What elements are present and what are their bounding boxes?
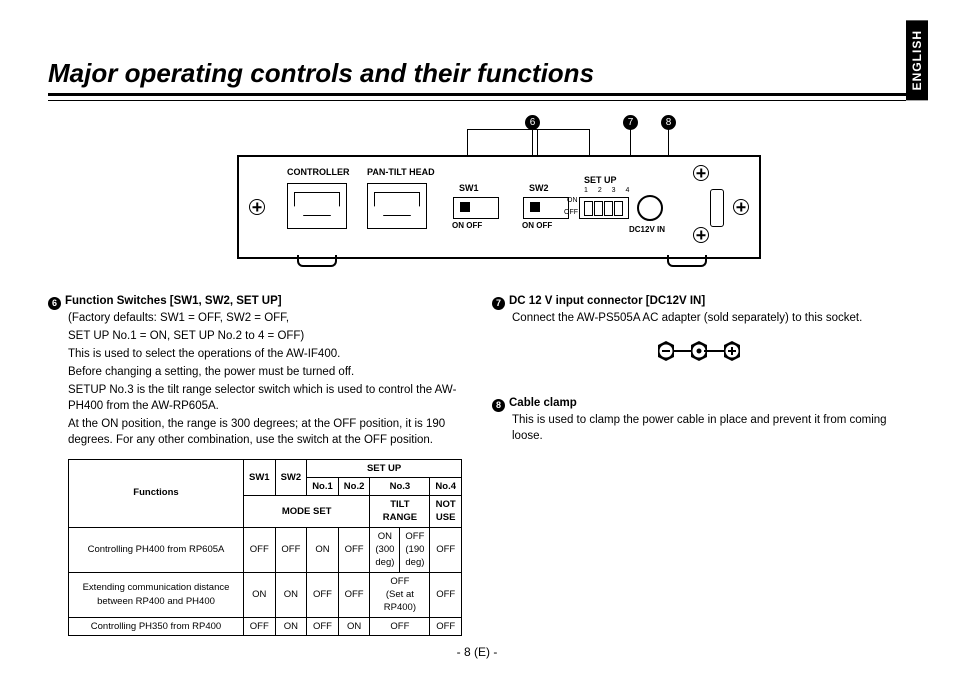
screw-icon — [733, 199, 749, 215]
bullet-8: 8 — [492, 399, 505, 412]
sw2-switch — [523, 197, 569, 219]
item8-line: This is used to clamp the power cable in… — [512, 412, 906, 444]
pan-tilt-port — [367, 183, 427, 229]
item6-line: This is used to select the operations of… — [68, 346, 462, 362]
controller-port-label: CONTROLLER — [287, 167, 350, 177]
cell: OFF — [338, 527, 370, 572]
dip-off: OFF — [564, 209, 578, 216]
sw1-label: SW1 — [459, 183, 479, 193]
page-number: - 8 (E) - — [0, 645, 954, 659]
callout-8: 8 — [661, 115, 676, 130]
sw1-onoff: ON OFF — [452, 221, 482, 230]
item7-heading: DC 12 V input connector [DC12V IN] — [509, 295, 705, 307]
screw-icon — [693, 165, 709, 181]
cell: OFF — [338, 572, 370, 617]
cell: OFF (190 deg) — [400, 527, 430, 572]
cell: OFF — [275, 527, 307, 572]
dc12v-jack — [637, 195, 663, 221]
dip-on: ON — [567, 197, 578, 204]
description-columns: 6 Function Switches [SW1, SW2, SET UP] (F… — [48, 293, 906, 636]
item6-heading: Function Switches [SW1, SW2, SET UP] — [65, 295, 282, 307]
page-title: Major operating controls and their funct… — [48, 58, 906, 96]
function-table: Functions SW1 SW2 SET UP No.1 No.2 No.3 … — [68, 459, 462, 636]
rear-panel-diagram: 6 7 8 CONTROLLER PAN-TILT HEAD SW1 ON OF… — [157, 119, 797, 279]
cell: ON — [307, 527, 339, 572]
sw2-label: SW2 — [529, 183, 549, 193]
th-tilt: TILT RANGE — [370, 496, 430, 528]
th-functions: Functions — [69, 459, 244, 527]
cell: OFF — [370, 617, 430, 635]
cell: ON (300 deg) — [370, 527, 400, 572]
cable-clamp-icon — [710, 189, 724, 227]
callout-7: 7 — [623, 115, 638, 130]
cell: OFF — [430, 572, 462, 617]
cell: OFF — [244, 617, 276, 635]
leader-line — [467, 129, 589, 130]
bullet-7: 7 — [492, 297, 505, 310]
cell: OFF — [244, 527, 276, 572]
cell: OFF — [307, 617, 339, 635]
cell: OFF — [430, 617, 462, 635]
item6-line: Before changing a setting, the power mus… — [68, 364, 462, 380]
th-sw2: SW2 — [275, 459, 307, 496]
title-rule — [48, 100, 906, 101]
item6-line: SETUP No.3 is the tilt range selector sw… — [68, 382, 462, 414]
th-no1: No.1 — [307, 477, 339, 495]
callout-6: 6 — [525, 115, 540, 130]
cell: ON — [244, 572, 276, 617]
th-setup: SET UP — [307, 459, 462, 477]
item7-line: Connect the AW-PS505A AC adapter (sold s… — [512, 310, 906, 326]
th-no4: No.4 — [430, 477, 462, 495]
th-sw1: SW1 — [244, 459, 276, 496]
sw1-switch — [453, 197, 499, 219]
item6-line: (Factory defaults: SW1 = OFF, SW2 = OFF, — [68, 310, 462, 326]
th-no2: No.2 — [338, 477, 370, 495]
cell: ON — [338, 617, 370, 635]
polarity-icon — [492, 336, 906, 371]
item6-line: SET UP No.1 = ON, SET UP No.2 to 4 = OFF… — [68, 328, 462, 344]
r3-fn: Controlling PH350 from RP400 — [69, 617, 244, 635]
panel-foot — [297, 255, 337, 267]
right-column: 7 DC 12 V input connector [DC12V IN] Conn… — [492, 293, 906, 636]
controller-port — [287, 183, 347, 229]
cell: ON — [275, 617, 307, 635]
sw2-onoff: ON OFF — [522, 221, 552, 230]
bullet-6: 6 — [48, 297, 61, 310]
pan-tilt-port-label: PAN-TILT HEAD — [367, 167, 435, 177]
th-notuse: NOT USE — [430, 496, 462, 528]
screw-icon — [249, 199, 265, 215]
screw-icon — [693, 227, 709, 243]
panel-foot — [667, 255, 707, 267]
dip-switch — [579, 197, 629, 219]
r1-fn: Controlling PH400 from RP605A — [69, 527, 244, 572]
language-tab: ENGLISH — [906, 20, 928, 100]
th-no3: No.3 — [370, 477, 430, 495]
cell: OFF — [430, 527, 462, 572]
cell: OFF — [307, 572, 339, 617]
item8-heading: Cable clamp — [509, 397, 577, 409]
left-column: 6 Function Switches [SW1, SW2, SET UP] (F… — [48, 293, 462, 636]
setup-label: SET UP — [584, 175, 617, 185]
cell: OFF (Set at RP400) — [370, 572, 430, 617]
cell: ON — [275, 572, 307, 617]
th-mode: MODE SET — [244, 496, 370, 528]
panel-outline: CONTROLLER PAN-TILT HEAD SW1 ON OFF SW2 … — [237, 155, 761, 259]
item6-line: At the ON position, the range is 300 deg… — [68, 416, 462, 448]
r2-fn: Extending communication distance between… — [69, 572, 244, 617]
dip-numbers: 1 2 3 4 — [584, 187, 633, 194]
dc12v-label: DC12V IN — [629, 225, 665, 234]
